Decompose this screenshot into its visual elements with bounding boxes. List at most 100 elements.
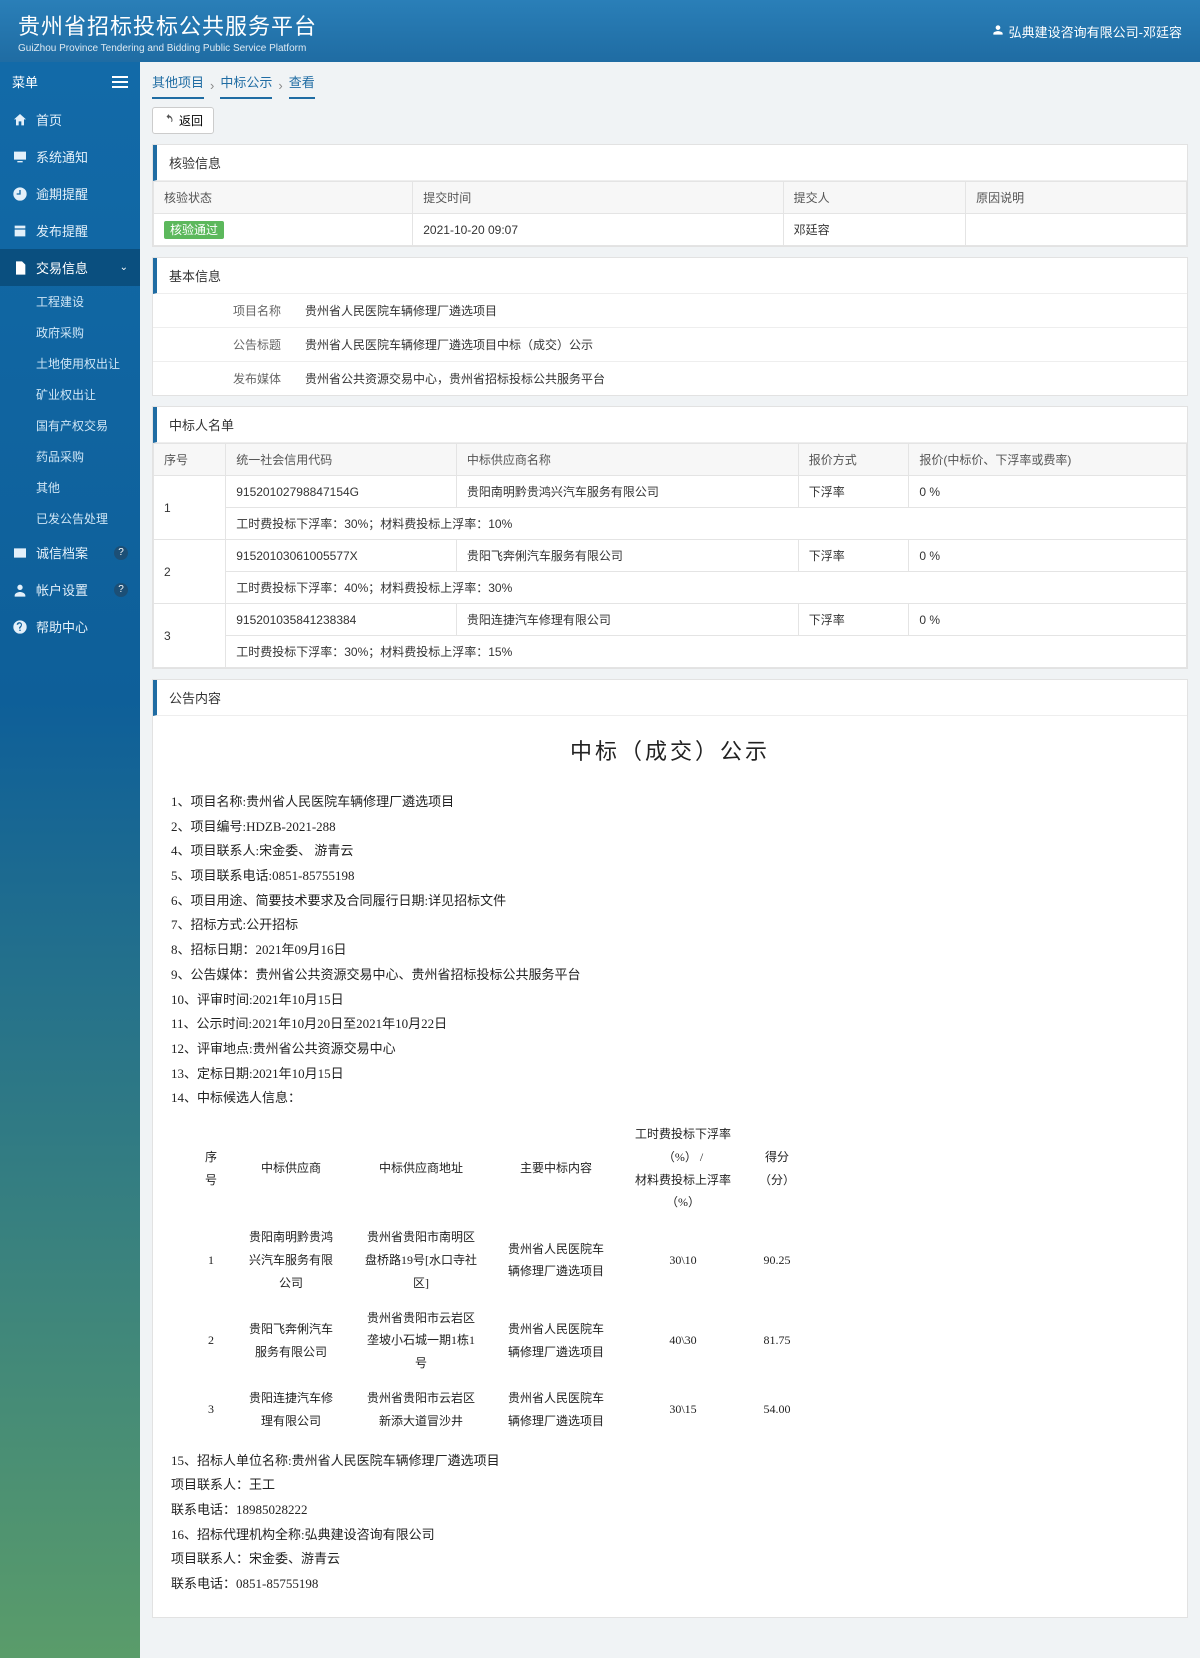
cell-seq: 3 — [154, 604, 226, 668]
sidebar-subitem[interactable]: 工程建设 — [0, 286, 140, 317]
cell-code: 91520102798847154G — [226, 476, 457, 508]
table-row-note: 工时费投标下浮率：30%；材料费投标上浮率：10% — [154, 508, 1187, 540]
cell-method: 下浮率 — [798, 476, 909, 508]
table-row-note: 工时费投标下浮率：30%；材料费投标上浮率：15% — [154, 636, 1187, 668]
cell-supplier: 贵阳南明黔贵鸿兴汽车服务有限公司 — [231, 1220, 351, 1300]
back-label: 返回 — [179, 112, 203, 129]
publish-icon — [12, 223, 28, 239]
cell-time: 2021-10-20 09:07 — [413, 214, 783, 246]
table-row: 291520103061005577X贵阳飞奔俐汽车服务有限公司下浮率0 % — [154, 540, 1187, 572]
announcement-line: 5、项目联系电话:0851-85755198 — [171, 864, 1169, 889]
card-icon — [12, 545, 28, 561]
announcement-section-title: 公告内容 — [153, 680, 1187, 716]
cell-note: 工时费投标下浮率：30%；材料费投标上浮率：10% — [226, 508, 1187, 540]
kv-label: 发布媒体 — [153, 362, 293, 395]
breadcrumb: 其他项目 › 中标公示 › 查看 — [152, 72, 1188, 99]
sidebar-subitem[interactable]: 国有产权交易 — [0, 410, 140, 441]
kv-label: 公告标题 — [153, 328, 293, 361]
cell-code: 915201035841238384 — [226, 604, 457, 636]
kv-row: 发布媒体贵州省公共资源交易中心，贵州省招标投标公共服务平台 — [153, 362, 1187, 395]
table-row: 1贵阳南明黔贵鸿兴汽车服务有限公司贵州省贵阳市南明区盘桥路19号[水口寺社区]贵… — [191, 1220, 809, 1300]
sidebar-item-label: 逾期提醒 — [36, 184, 88, 203]
sidebar-item-home[interactable]: 首页 — [0, 101, 140, 138]
help-badge: ? — [114, 583, 128, 597]
status-badge: 核验通过 — [164, 221, 224, 239]
cell-seq: 2 — [154, 540, 226, 604]
cell-addr: 贵州省贵阳市南明区盘桥路19号[水口寺社区] — [351, 1220, 491, 1300]
table-row: 191520102798847154G贵阳南明黔贵鸿兴汽车服务有限公司下浮率0 … — [154, 476, 1187, 508]
sidebar-item-monitor[interactable]: 系统通知 — [0, 138, 140, 175]
menu-toggle-icon[interactable] — [112, 76, 128, 88]
cell-content: 贵州省人民医院车辆修理厂遴选项目 — [491, 1220, 621, 1300]
announcement-heading: 中标（成交）公示 — [153, 734, 1187, 766]
cell-price: 0 % — [909, 604, 1187, 636]
sidebar-item-label: 帐户设置 — [36, 580, 88, 599]
brand-subtitle: GuiZhou Province Tendering and Bidding P… — [18, 43, 317, 54]
col-header: 序号 — [191, 1117, 231, 1220]
cell-rate: 40\30 — [621, 1301, 745, 1381]
sidebar-item-label: 系统通知 — [36, 147, 88, 166]
kv-value: 贵州省人民医院车辆修理厂遴选项目 — [293, 294, 1187, 327]
cell-seq: 1 — [154, 476, 226, 540]
monitor-icon — [12, 149, 28, 165]
sidebar-item-clock[interactable]: 逾期提醒 — [0, 175, 140, 212]
clock-icon — [12, 186, 28, 202]
crumb-1[interactable]: 其他项目 — [152, 72, 204, 99]
cell-rate: 30\10 — [621, 1220, 745, 1300]
sidebar-item-label: 帮助中心 — [36, 617, 88, 636]
sidebar-item-help[interactable]: 帮助中心 — [0, 608, 140, 645]
kv-label: 项目名称 — [153, 294, 293, 327]
sidebar-subitem[interactable]: 矿业权出让 — [0, 379, 140, 410]
cell-seq: 3 — [191, 1381, 231, 1439]
sidebar-subitem[interactable]: 土地使用权出让 — [0, 348, 140, 379]
crumb-2[interactable]: 中标公示 — [220, 72, 272, 99]
cell-name: 贵阳连捷汽车修理有限公司 — [456, 604, 798, 636]
col-header: 得分（分） — [745, 1117, 809, 1220]
sidebar-subitem[interactable]: 其他 — [0, 472, 140, 503]
brand: 贵州省招标投标公共服务平台 GuiZhou Province Tendering… — [18, 9, 317, 54]
basic-title: 基本信息 — [153, 258, 1187, 294]
announcement-line: 项目联系人：宋金委、游青云 — [171, 1547, 1169, 1572]
cell-method: 下浮率 — [798, 540, 909, 572]
cell-content: 贵州省人民医院车辆修理厂遴选项目 — [491, 1301, 621, 1381]
user-info[interactable]: 弘典建设咨询有限公司-邓廷容 — [991, 22, 1182, 41]
sidebar-subitem[interactable]: 药品采购 — [0, 441, 140, 472]
sidebar-item-label: 发布提醒 — [36, 221, 88, 240]
verify-panel: 核验信息 核验状态 提交时间 提交人 原因说明 核验通过 2021-10-20 … — [152, 144, 1188, 247]
announcement-line: 4、项目联系人:宋金委、 游青云 — [171, 839, 1169, 864]
announcement-line: 14、中标候选人信息： — [171, 1086, 1169, 1111]
col-time: 提交时间 — [413, 182, 783, 214]
cell-method: 下浮率 — [798, 604, 909, 636]
sidebar-item-doc[interactable]: 交易信息⌄ — [0, 249, 140, 286]
main-content: 其他项目 › 中标公示 › 查看 返回 核验信息 核验状态 提交时间 提交人 原… — [140, 62, 1200, 1658]
topbar: 贵州省招标投标公共服务平台 GuiZhou Province Tendering… — [0, 0, 1200, 62]
sidebar-item-publish[interactable]: 发布提醒 — [0, 212, 140, 249]
sidebar-subitem[interactable]: 政府采购 — [0, 317, 140, 348]
user-icon — [12, 582, 28, 598]
back-button[interactable]: 返回 — [152, 107, 214, 134]
cell-addr: 贵州省贵阳市云岩区新添大道冒沙井 — [351, 1381, 491, 1439]
announcement-line: 项目联系人：王工 — [171, 1473, 1169, 1498]
crumb-3[interactable]: 查看 — [289, 72, 315, 99]
sidebar-item-label: 诚信档案 — [36, 543, 88, 562]
menu-label: 菜单 — [12, 72, 38, 91]
sidebar-item-user[interactable]: 帐户设置? — [0, 571, 140, 608]
chevron-right-icon: › — [210, 78, 214, 93]
col-submitter: 提交人 — [783, 182, 965, 214]
announcement-line: 6、项目用途、简要技术要求及合同履行日期:详见招标文件 — [171, 889, 1169, 914]
cell-price: 0 % — [909, 540, 1187, 572]
col-header: 主要中标内容 — [491, 1117, 621, 1220]
cell-score: 90.25 — [745, 1220, 809, 1300]
col-header: 中标供应商地址 — [351, 1117, 491, 1220]
sidebar-item-card[interactable]: 诚信档案? — [0, 534, 140, 571]
cell-score: 81.75 — [745, 1301, 809, 1381]
cell-rate: 30\15 — [621, 1381, 745, 1439]
announcement-line: 2、项目编号:HDZB-2021-288 — [171, 815, 1169, 840]
announcement-line: 13、定标日期:2021年10月15日 — [171, 1062, 1169, 1087]
sidebar-subitem[interactable]: 已发公告处理 — [0, 503, 140, 534]
chevron-right-icon: › — [278, 78, 282, 93]
doc-icon — [12, 260, 28, 276]
cell-submitter: 邓廷容 — [783, 214, 965, 246]
table-row: 3贵阳连捷汽车修理有限公司贵州省贵阳市云岩区新添大道冒沙井贵州省人民医院车辆修理… — [191, 1381, 809, 1439]
cell-reason — [966, 214, 1187, 246]
